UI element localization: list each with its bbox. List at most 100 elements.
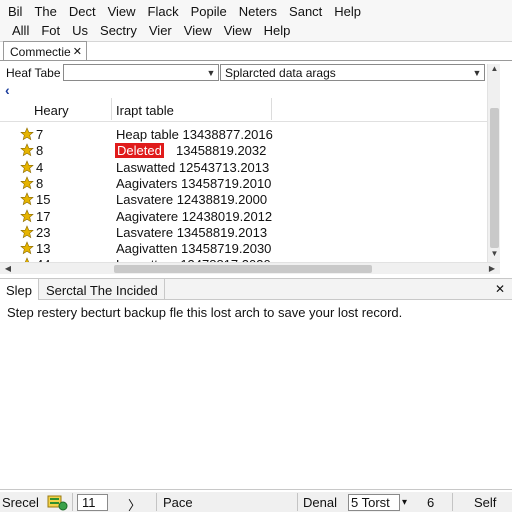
scroll-up-icon[interactable]: ▲ [488,64,501,77]
page-number-field[interactable]: 11 [77,494,108,511]
status-divider [156,493,157,511]
menu-item-3[interactable]: View [102,4,142,19]
menu-item-8[interactable]: Help [328,4,367,19]
status-divider [72,493,73,511]
row-name: Aagivatere 12438019.2012 [116,208,273,224]
column-divider[interactable] [111,98,112,120]
menu2-item-5[interactable]: View [178,23,218,38]
scroll-down-icon[interactable]: ▼ [488,249,501,262]
status-number: 6 [427,495,435,510]
star-icon [20,241,34,255]
menu-item-7[interactable]: Sanct [283,4,328,19]
menu2-item-7[interactable]: Help [258,23,297,38]
chevron-down-icon[interactable]: ▼ [470,68,484,78]
row-number: 4 [36,159,44,175]
panel-tab-strip: Slep Serctal The Incided ✕ [0,278,512,301]
status-bar: Srecel 11 〉 Pace Denal 5 Torst ▾ 6 Self [0,492,512,514]
row-number: 23 [36,224,51,240]
row-name: Aagivaters 13458719.2010 [116,175,272,191]
denal-label: Denal [303,495,337,510]
records-icon[interactable] [46,493,68,511]
table-select[interactable]: ▼ [63,64,219,81]
star-icon [20,192,34,206]
star-icon [20,225,34,239]
menu2-item-6[interactable]: View [218,23,258,38]
table-row[interactable]: 13 Aagivatten 13458719.2030 [0,241,500,257]
menu2-item-0[interactable]: Alll [6,23,35,38]
row-stamp: 13458819.2032 [176,143,267,159]
row-name: Lasvatere 12438819.2000 [116,192,268,208]
star-icon [20,143,34,157]
menu-bar: Bil The Dect View Flack Popile Neters Sanct Help [0,0,512,22]
horizontal-scroll-thumb[interactable] [114,265,372,273]
status-left-label: Srecel [2,495,39,510]
status-divider [297,493,298,511]
tab-divider [0,60,512,61]
tab-incided[interactable]: Serctal The Incided [40,279,165,301]
close-icon[interactable]: ✕ [495,282,505,296]
row-number: 17 [36,208,51,224]
column-divider[interactable] [271,98,272,120]
records-table: Heary Irapt table 7 Heap table 13438877.2… [0,96,500,274]
tab-step[interactable]: Slep [0,279,40,301]
tab-step-label: Slep [6,282,33,298]
star-icon [20,176,34,190]
panel-body: Step restery becturt backup fle this los… [0,300,512,490]
deleted-badge: Deleted [115,143,164,159]
vertical-scrollbar[interactable]: ▲ ▼ [487,64,500,262]
chevron-down-icon[interactable]: ▼ [204,68,218,78]
menu-item-2[interactable]: Dect [63,4,102,19]
filter-label: Heaf Tabe [6,66,61,80]
document-tab[interactable]: Commectie ✕ [3,41,87,61]
table-row[interactable]: 17 Aagivatere 12438019.2012 [0,209,500,225]
row-name: Lasvatere 13458819.2013 [116,224,268,240]
status-divider [452,493,453,511]
table-header: Heary Irapt table [0,96,500,122]
chevron-down-icon[interactable]: ▾ [402,497,407,508]
star-icon [20,127,34,141]
data-range-select[interactable]: Splarcted data arags ▼ [220,64,485,81]
table-row[interactable]: 23 Lasvatere 13458819.2013 [0,225,500,241]
scroll-right-icon[interactable]: ▶ [486,263,498,275]
panel-message: Step restery becturt backup fle this los… [7,305,403,320]
row-name: Laswatted 12543713.2013 [116,159,270,175]
menu2-item-2[interactable]: Us [66,23,94,38]
menu-bar-secondary: Alll Fot Us Sectry Vier View View Help [0,20,512,42]
menu2-item-3[interactable]: Sectry [94,23,143,38]
table-row[interactable]: 8 Deleted 13458819.2032 [0,143,500,159]
vertical-scroll-thumb[interactable] [490,108,499,248]
row-number: 15 [36,192,51,208]
table-row[interactable]: 15 Lasvatere 12438819.2000 [0,192,500,208]
column-header-table[interactable]: Irapt table [116,103,174,118]
count-select[interactable]: 5 Torst [348,494,400,511]
count-select-value: 5 Torst [351,495,390,510]
star-icon [20,159,34,174]
menu-item-6[interactable]: Neters [233,4,283,19]
column-header-heary[interactable]: Heary [34,103,69,118]
table-row[interactable]: 7 Heap table 13438877.2016 [0,127,500,143]
close-icon[interactable]: ✕ [73,45,82,58]
table-row[interactable]: 8 Aagivaters 13458719.2010 [0,176,500,192]
scroll-left-icon[interactable]: ◀ [2,263,14,275]
data-range-select-value: Splarcted data arags [225,65,336,80]
menu-item-4[interactable]: Flack [142,4,185,19]
menu2-item-1[interactable]: Fot [35,23,66,38]
table-row[interactable]: 4 Laswatted 12543713.2013 [0,160,500,176]
next-page-icon[interactable]: 〉 [128,495,141,514]
menu-item-0[interactable]: Bil [2,4,28,19]
row-name: Heap table 13438877.2016 [116,127,273,142]
menu2-item-4[interactable]: Vier [143,23,178,38]
menu-item-5[interactable]: Popile [185,4,233,19]
row-number: 13 [36,241,51,257]
tab-incided-label: Serctal The Incided [46,282,158,298]
menu-item-1[interactable]: The [28,4,62,19]
pace-label: Pace [163,495,193,510]
status-right-label: Self [474,495,497,510]
star-icon [20,208,34,223]
row-name: Aagivatten 13458719.2030 [116,241,272,257]
document-tab-label: Commectie [10,44,71,59]
row-number: 8 [36,143,44,159]
horizontal-scrollbar[interactable]: ◀ ▶ [0,262,500,274]
row-number: 8 [36,175,44,191]
row-number: 7 [36,127,44,142]
